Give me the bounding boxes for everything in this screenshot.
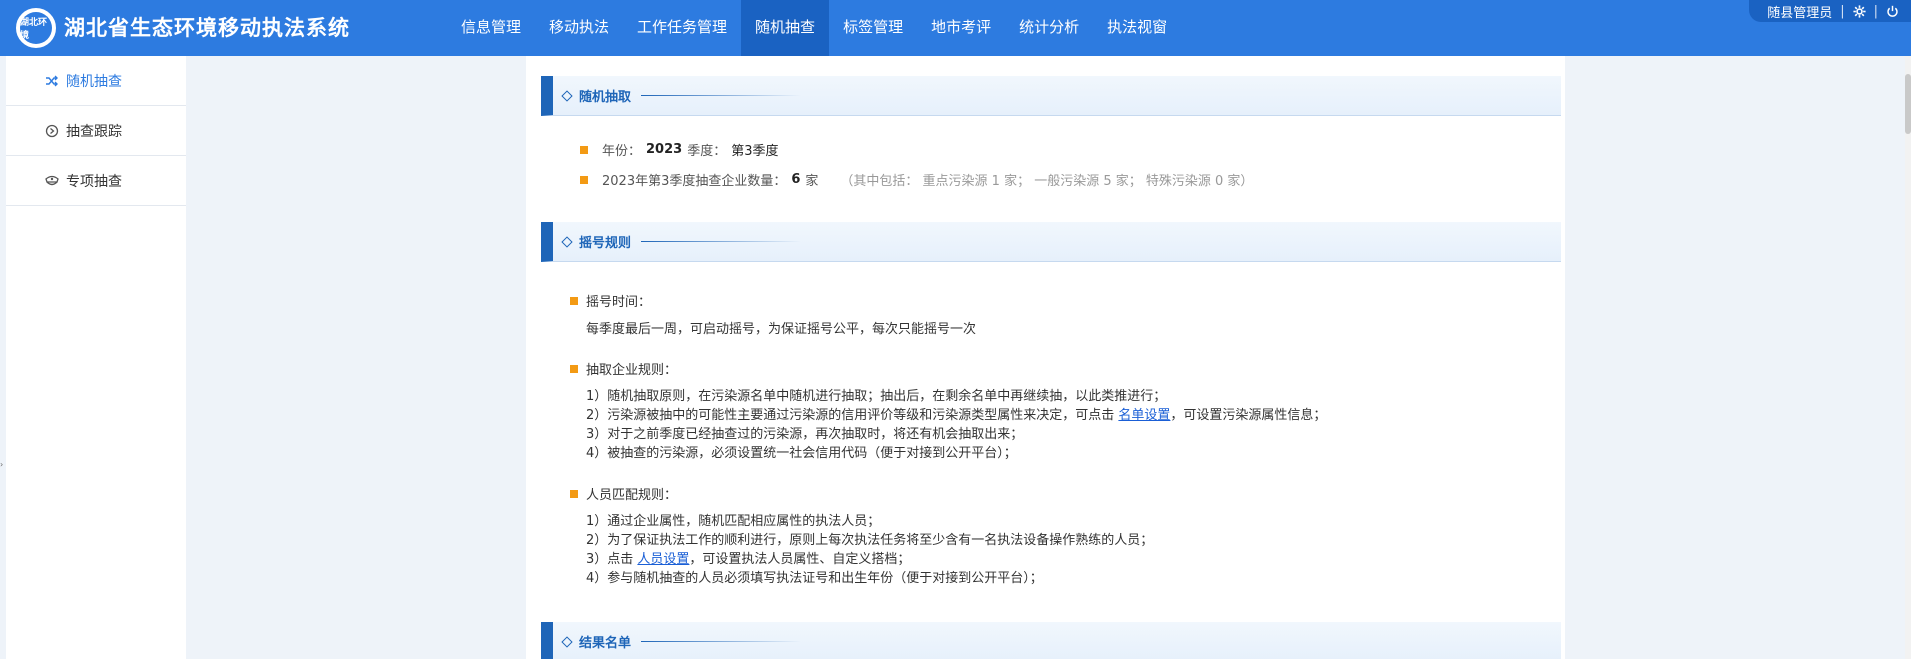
bullet-icon xyxy=(570,364,578,373)
quarter-label: 季度： xyxy=(687,144,727,159)
nav-item-enforcement-window[interactable]: 执法视窗 xyxy=(1093,0,1181,56)
gear-icon[interactable] xyxy=(1853,4,1866,18)
company-rule-1: 1）随机抽取原则，在污染源名单中随机进行抽取；抽出后，在剩余名单中再继续抽，以此… xyxy=(586,389,1167,404)
diamond-icon xyxy=(561,235,573,248)
nav-item-info[interactable]: 信息管理 xyxy=(447,0,535,56)
company-rule-title: 抽取企业规则： xyxy=(570,359,677,378)
nav-item-random-check[interactable]: 随机抽查 xyxy=(741,0,830,56)
nav-item-statistics[interactable]: 统计分析 xyxy=(1005,0,1093,56)
company-count-row: 2023年第3季度抽查企业数量： 6 家 （其中包括： 重点污染源 1 家； 一… xyxy=(580,170,1253,189)
section-title: 摇号规则 xyxy=(579,236,632,251)
staff-rules: 1）通过企业属性，随机匹配相应属性的执法人员； 2）为了保证执法工作的顺利进行，… xyxy=(586,512,1153,588)
staff-settings-link[interactable]: 人员设置 xyxy=(637,552,689,567)
separator: | xyxy=(1873,3,1878,19)
collapse-arrow-icon[interactable]: › xyxy=(0,460,3,469)
shuffle-icon xyxy=(44,73,60,89)
sidebar-item-label: 抽查跟踪 xyxy=(66,123,122,140)
nav-item-task-management[interactable]: 工作任务管理 xyxy=(623,0,741,56)
app-header: 湖北环境 湖北省生态环境移动执法系统 信息管理 移动执法 工作任务管理 随机抽查… xyxy=(0,0,1911,56)
year-label: 年份： xyxy=(602,144,642,159)
police-cap-icon xyxy=(44,173,60,189)
diamond-icon xyxy=(561,89,573,102)
company-rule-3: 3）对于之前季度已经抽查过的污染源，再次抽取时，将还有机会抽取出来； xyxy=(586,427,1024,442)
user-bar: 随县管理员 | | xyxy=(1749,0,1911,22)
sidebar-item-label: 专项抽查 xyxy=(66,173,122,190)
draw-time-title: 摇号时间： xyxy=(570,291,651,310)
scrollbar-thumb[interactable] xyxy=(1905,74,1911,134)
bullet-icon xyxy=(580,175,588,184)
user-name[interactable]: 随县管理员 xyxy=(1767,2,1832,21)
bullet-icon xyxy=(570,489,578,498)
separator: | xyxy=(1840,3,1845,19)
staff-rule-3-text: 3）点击 xyxy=(586,552,638,567)
staff-rule-label: 人员匹配规则： xyxy=(586,488,678,503)
draw-time-text: 每季度最后一周，可启动摇号，为保证摇号公平，每次只能摇号一次 xyxy=(586,322,977,337)
app-title: 湖北省生态环境移动执法系统 xyxy=(64,16,350,40)
sidebar: 随机抽查 抽查跟踪 专项抽查 xyxy=(6,56,186,659)
top-nav: 信息管理 移动执法 工作任务管理 随机抽查 标签管理 地市考评 统计分析 执法视… xyxy=(447,0,1181,56)
logo-emblem: 湖北环境 xyxy=(20,12,52,44)
staff-rule-2: 2）为了保证执法工作的顺利进行，原则上每次执法任务将至少含有一名执法设备操作熟练… xyxy=(586,533,1154,548)
quarter-value: 第3季度 xyxy=(731,144,779,159)
year-quarter-row: 年份： 2023 季度： 第3季度 xyxy=(580,140,779,159)
bullet-icon xyxy=(570,296,578,305)
company-rule-2-text: 2）污染源被抽中的可能性主要通过污染源的信用评价等级和污染源类型属性来决定，可点… xyxy=(586,408,1119,423)
bullet-icon xyxy=(580,145,588,154)
staff-rule-3: 3）点击 人员设置，可设置执法人员属性、自定义搭档； xyxy=(586,550,1153,569)
nav-item-mobile-enforcement[interactable]: 移动执法 xyxy=(535,0,623,56)
list-settings-link[interactable]: 名单设置 xyxy=(1118,408,1170,423)
sidebar-item-label: 随机抽查 xyxy=(66,73,122,90)
section-divider xyxy=(641,95,802,96)
sidebar-item-special-check[interactable]: 专项抽查 xyxy=(6,156,186,206)
year-value: 2023 xyxy=(646,142,683,157)
main-content: 随机抽取 年份： 2023 季度： 第3季度 2023年第3季度抽查企业数量： … xyxy=(526,56,1565,659)
company-count-breakdown: （其中包括： 重点污染源 1 家； 一般污染源 5 家； 特殊污染源 0 家） xyxy=(840,174,1254,189)
nav-item-city-evaluation[interactable]: 地市考评 xyxy=(917,0,1005,56)
company-rule-4: 4）被抽查的污染源，必须设置统一社会信用代码（便于对接到公开平台）； xyxy=(586,446,1017,461)
staff-rule-title: 人员匹配规则： xyxy=(570,484,677,503)
section-title: 结果名单 xyxy=(579,636,632,651)
section-header-random: 随机抽取 xyxy=(541,76,1561,116)
nav-item-tag-management[interactable]: 标签管理 xyxy=(829,0,917,56)
section-title: 随机抽取 xyxy=(579,90,632,105)
logo: 湖北环境 xyxy=(16,8,56,48)
sidebar-item-check-tracking[interactable]: 抽查跟踪 xyxy=(6,106,186,156)
section-divider xyxy=(641,241,802,242)
company-count-unit: 家 xyxy=(805,174,819,189)
target-icon xyxy=(44,123,60,139)
company-rule-2: 2）污染源被抽中的可能性主要通过污染源的信用评价等级和污染源类型属性来决定，可点… xyxy=(586,406,1326,425)
draw-time-label: 摇号时间： xyxy=(586,295,652,310)
staff-rule-1: 1）通过企业属性，随机匹配相应属性的执法人员； xyxy=(586,514,881,529)
staff-rule-3-suffix: ，可设置执法人员属性、自定义搭档； xyxy=(689,552,911,567)
company-rule-2-suffix: ，可设置污染源属性信息； xyxy=(1170,408,1327,423)
company-count-label: 2023年第3季度抽查企业数量： xyxy=(602,174,787,189)
section-divider xyxy=(641,641,802,642)
power-icon[interactable] xyxy=(1886,5,1899,18)
diamond-icon xyxy=(561,635,573,648)
company-rules: 1）随机抽取原则，在污染源名单中随机进行抽取；抽出后，在剩余名单中再继续抽，以此… xyxy=(586,387,1326,463)
section-header-results: 结果名单 xyxy=(541,622,1561,659)
scrollbar-track[interactable] xyxy=(1905,56,1911,659)
company-rule-label: 抽取企业规则： xyxy=(586,363,678,378)
sidebar-item-random-check[interactable]: 随机抽查 xyxy=(6,56,186,106)
section-header-rules: 摇号规则 xyxy=(541,222,1561,262)
staff-rule-4: 4）参与随机抽查的人员必须填写执法证号和出生年份（便于对接到公开平台）； xyxy=(586,571,1043,586)
company-count-value: 6 xyxy=(791,172,801,187)
